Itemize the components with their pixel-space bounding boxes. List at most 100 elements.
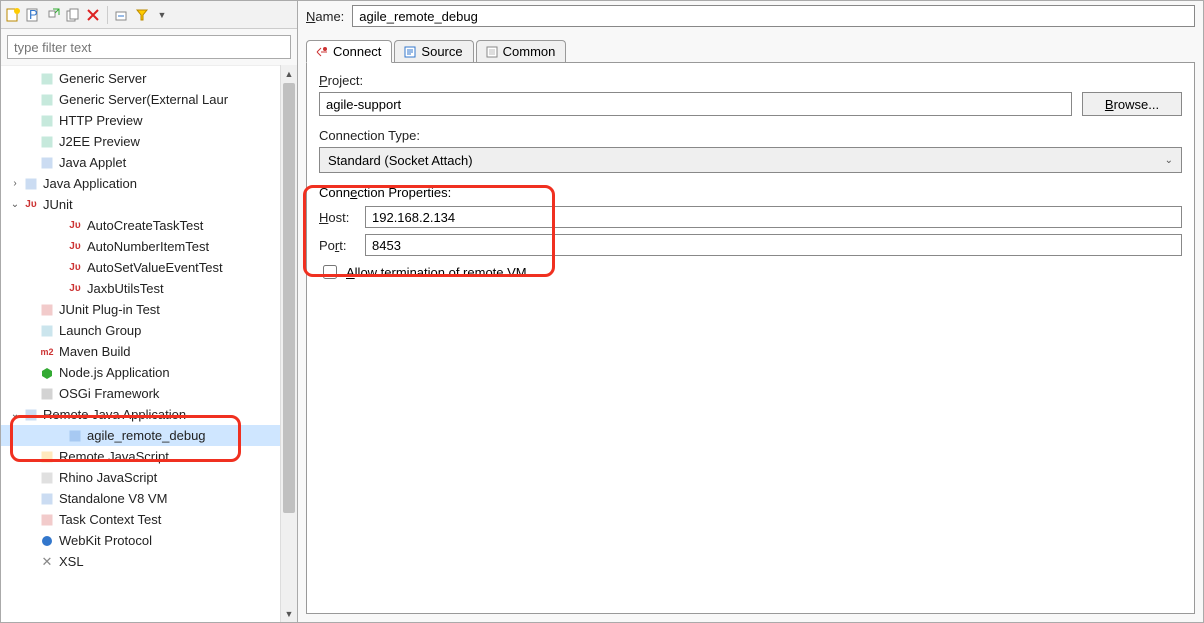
tree-item[interactable]: m2Maven Build <box>1 341 280 362</box>
config-editor-panel: Name: Connect Source Common Project: Bro… <box>298 1 1203 622</box>
export-icon[interactable] <box>45 7 61 23</box>
config-types-panel: P ▼ Generic Server Generic Server(Externa… <box>1 1 298 622</box>
project-label: Project: <box>319 73 1182 88</box>
new-config-icon[interactable] <box>5 7 21 23</box>
tree-item[interactable]: Launch Group <box>1 320 280 341</box>
tree-item[interactable]: Remote JavaScript <box>1 446 280 467</box>
junit-icon: Jᴜ <box>67 240 83 254</box>
connection-properties-label: Connection Properties: <box>319 185 1182 200</box>
twisty-icon[interactable]: ⌄ <box>9 409 21 420</box>
tree-item-label: J2EE Preview <box>59 134 140 149</box>
tree-item-label: Generic Server <box>59 71 146 86</box>
project-input[interactable] <box>319 92 1072 116</box>
connection-type-select[interactable]: Standard (Socket Attach) ⌄ <box>319 147 1182 173</box>
junit-icon: Jᴜ <box>67 261 83 275</box>
tab-label: Connect <box>333 44 381 59</box>
tree-item-label: AutoCreateTaskTest <box>87 218 203 233</box>
browse-button[interactable]: Browse... <box>1082 92 1182 116</box>
tree-item[interactable]: JᴜAutoNumberItemTest <box>1 236 280 257</box>
remote-java-icon <box>23 408 39 422</box>
tree-item-label: Task Context Test <box>59 512 161 527</box>
tree-item[interactable]: Java Applet <box>1 152 280 173</box>
scroll-up-icon[interactable]: ▲ <box>281 65 297 82</box>
twisty-icon[interactable]: ⌄ <box>9 199 21 210</box>
tree-item[interactable]: Task Context Test <box>1 509 280 530</box>
tree-item[interactable]: Jᴜ AutoSetValueEventTest <box>1 257 280 278</box>
tree-item-label: HTTP Preview <box>59 113 143 128</box>
tree-item[interactable]: HTTP Preview <box>1 110 280 131</box>
applet-icon <box>39 156 55 170</box>
host-input[interactable] <box>365 206 1182 228</box>
junit-plugin-icon <box>39 303 55 317</box>
left-toolbar: P ▼ <box>1 1 297 29</box>
connect-tab-body: Project: Browse... Connection Type: Stan… <box>306 63 1195 614</box>
name-input[interactable] <box>352 5 1195 27</box>
remote-js-icon <box>39 450 55 464</box>
server-icon <box>39 93 55 107</box>
tree-item[interactable]: ✕ XSL <box>1 551 280 572</box>
view-menu-icon[interactable]: ▼ <box>154 7 170 23</box>
tree-item[interactable]: OSGi Framework <box>1 383 280 404</box>
webkit-icon <box>39 534 55 548</box>
svg-text:P: P <box>29 8 38 22</box>
allow-termination-label[interactable]: Allow termination of remote VM <box>346 265 527 280</box>
scroll-down-icon[interactable]: ▼ <box>281 605 297 622</box>
tree-item[interactable]: agile_remote_debug <box>1 425 280 446</box>
port-label: Port: <box>319 238 365 253</box>
tree-item[interactable]: JUnit Plug-in Test <box>1 299 280 320</box>
tree-item-label: Java Application <box>43 176 137 191</box>
twisty-icon[interactable]: › <box>9 178 21 189</box>
tree-item[interactable]: › Java Application <box>1 173 280 194</box>
tree-item[interactable]: ⌄ Remote Java Application <box>1 404 280 425</box>
tree-item[interactable]: Node.js Application <box>1 362 280 383</box>
config-tree[interactable]: Generic Server Generic Server(External La… <box>1 65 280 622</box>
chevron-down-icon: ⌄ <box>1165 155 1173 166</box>
allow-termination-checkbox[interactable] <box>323 265 337 279</box>
host-label: Host: <box>319 210 365 225</box>
tab-common[interactable]: Common <box>476 40 567 62</box>
tree-item-label: Launch Group <box>59 323 141 338</box>
duplicate-icon[interactable] <box>65 7 81 23</box>
name-label: Name: <box>306 9 344 24</box>
tree-item-label: JUnit Plug-in Test <box>59 302 160 317</box>
v8-icon <box>39 492 55 506</box>
tree-item[interactable]: Generic Server(External Laur <box>1 89 280 110</box>
tree-item[interactable]: Standalone V8 VM <box>1 488 280 509</box>
scrollbar-thumb[interactable] <box>283 83 295 513</box>
connection-type-value: Standard (Socket Attach) <box>328 153 473 168</box>
xsl-icon: ✕ <box>39 555 55 569</box>
junit-icon: Jᴜ <box>23 198 39 212</box>
tree-item-label: Node.js Application <box>59 365 170 380</box>
tree-item[interactable]: Generic Server <box>1 68 280 89</box>
server-icon <box>39 114 55 128</box>
tab-connect[interactable]: Connect <box>306 40 392 63</box>
java-app-icon <box>23 177 39 191</box>
port-input[interactable] <box>365 234 1182 256</box>
tree-item[interactable]: Rhino JavaScript <box>1 467 280 488</box>
osgi-icon <box>39 387 55 401</box>
tab-source[interactable]: Source <box>394 40 473 62</box>
tree-item-label: Rhino JavaScript <box>59 470 157 485</box>
tree-item-label: Remote JavaScript <box>59 449 169 464</box>
tree-item-label: WebKit Protocol <box>59 533 152 548</box>
tree-item[interactable]: WebKit Protocol <box>1 530 280 551</box>
collapse-all-icon[interactable] <box>114 7 130 23</box>
filter-icon[interactable] <box>134 7 150 23</box>
tree-item-label: Remote Java Application <box>43 407 186 422</box>
filter-input[interactable] <box>7 35 291 59</box>
junit-icon: Jᴜ <box>67 219 83 233</box>
tree-item[interactable]: J2EE Preview <box>1 131 280 152</box>
tree-item[interactable]: JᴜJaxbUtilsTest <box>1 278 280 299</box>
tree-item-label: Java Applet <box>59 155 126 170</box>
tree-item-label: agile_remote_debug <box>87 428 206 443</box>
remote-java-icon <box>67 429 83 443</box>
tree-item-label: AutoSetValueEventTest <box>87 260 223 275</box>
connection-type-label: Connection Type: <box>319 128 1182 143</box>
delete-icon[interactable] <box>85 7 101 23</box>
tree-item-label: XSL <box>59 554 84 569</box>
tree-item[interactable]: Jᴜ AutoCreateTaskTest <box>1 215 280 236</box>
tree-scrollbar[interactable]: ▲ ▼ <box>280 65 297 622</box>
tree-item[interactable]: ⌄JᴜJUnit <box>1 194 280 215</box>
server-icon <box>39 72 55 86</box>
new-prototype-icon[interactable]: P <box>25 7 41 23</box>
